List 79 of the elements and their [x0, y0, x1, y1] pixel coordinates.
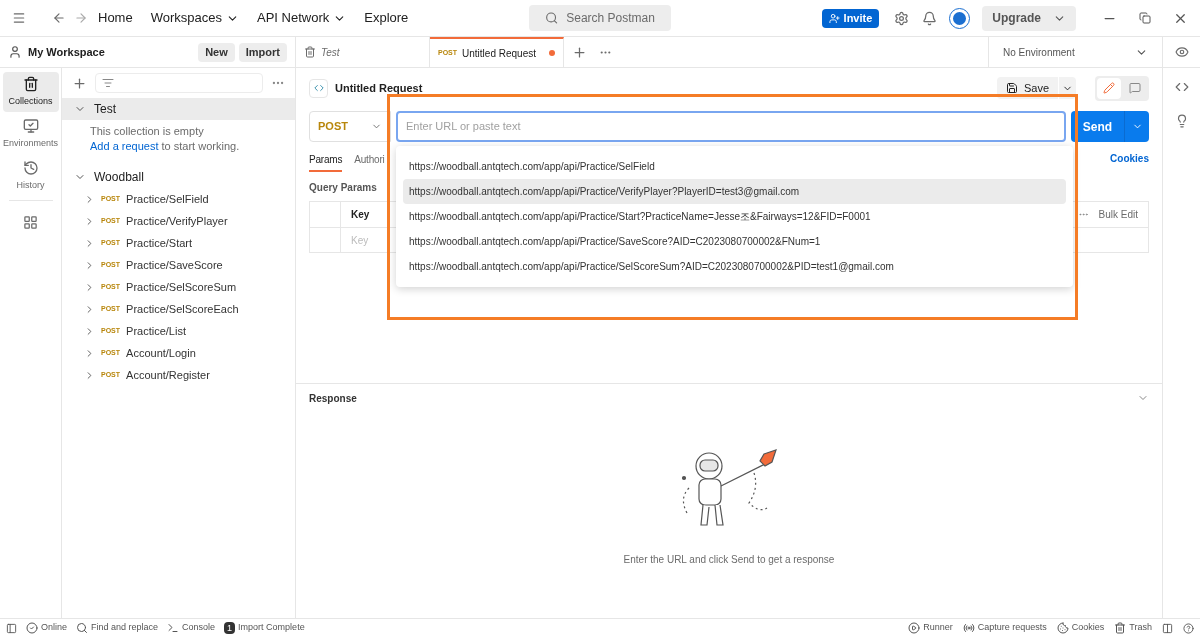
status-bar-item[interactable]: Online — [26, 621, 67, 635]
menu-icon[interactable] — [12, 11, 26, 25]
bin-icon — [22, 75, 39, 92]
suggestion-item[interactable]: https://woodball.antqtech.com/app/api/Practice/SelField — [403, 154, 1066, 179]
filter-field[interactable] — [95, 73, 263, 93]
sidebar-tab[interactable]: Environments — [2, 114, 59, 154]
request-section-tab[interactable]: Authori — [354, 152, 385, 172]
search-icon — [76, 622, 88, 634]
status-bar-item[interactable]: Console — [167, 621, 216, 635]
status-bar-item[interactable]: 1 Import Complete — [224, 621, 305, 635]
sidebar-toggle-icon[interactable] — [6, 622, 17, 634]
grid-icon[interactable] — [23, 215, 38, 230]
column-header: Key — [350, 208, 370, 222]
request-title: Untitled Request — [335, 80, 423, 96]
console-icon — [167, 622, 180, 634]
environment-select[interactable]: No Environment — [988, 37, 1162, 67]
history-icon — [22, 159, 39, 176]
nav-menu-item[interactable]: Explore — [364, 8, 409, 28]
user-icon — [8, 45, 22, 59]
layout-icon[interactable] — [1162, 622, 1173, 634]
back-icon[interactable] — [52, 11, 66, 25]
status-bar-item[interactable]: Trash — [1114, 621, 1152, 635]
status-bar-item[interactable]: Runner — [908, 621, 953, 635]
suggestion-item[interactable]: https://woodball.antqtech.com/app/api/Practice/Start?PracticeName=Jesse조&Fairways=12&FID=F0001 — [403, 204, 1066, 229]
save-icon — [1005, 82, 1018, 94]
eye-icon[interactable] — [1174, 45, 1189, 59]
search-icon — [544, 11, 559, 25]
collection-item[interactable]: Woodball — [62, 166, 295, 188]
status-bar-item[interactable]: Capture requests — [962, 621, 1047, 635]
trash-icon — [1114, 622, 1127, 634]
add-user-icon — [828, 12, 840, 24]
invite-button[interactable]: Invite — [821, 8, 880, 28]
bulk-edit-link[interactable]: Bulk Edit — [1098, 207, 1138, 222]
send-options-button[interactable] — [1124, 111, 1149, 142]
search-field[interactable]: Search Postman — [528, 5, 671, 31]
cookies-link[interactable]: Cookies — [1110, 151, 1149, 172]
sidebar-tab[interactable]: History — [2, 156, 59, 196]
nav-menu-item[interactable]: Workspaces — [150, 8, 222, 28]
empty-hint: to start working. — [160, 140, 240, 152]
count-badge: 1 — [224, 622, 236, 634]
nav-menu-item[interactable]: API Network — [257, 8, 330, 28]
capture-icon — [962, 622, 975, 634]
play-icon — [908, 622, 921, 634]
avatar-icon[interactable] — [950, 8, 970, 28]
workspace-button[interactable]: Import — [238, 42, 287, 62]
check-icon — [26, 622, 38, 634]
response-title: Response — [309, 391, 357, 406]
edit-icon[interactable] — [1097, 77, 1121, 99]
bin-icon — [304, 46, 316, 58]
forward-icon[interactable] — [74, 11, 88, 25]
upgrade-button[interactable]: Upgrade — [982, 5, 1076, 31]
status-bar-item[interactable]: Cookies — [1056, 621, 1105, 635]
suggestion-item[interactable]: https://woodball.antqtech.com/app/api/Practice/SaveScore?AID=C2023080700002&FNum=1 — [403, 229, 1066, 254]
nav-menu-item[interactable]: Home — [98, 8, 133, 28]
request-tab[interactable]: Test — [296, 37, 430, 67]
add-request-link[interactable]: Add a request — [90, 140, 159, 152]
save-button[interactable]: Save — [996, 77, 1058, 99]
workspace-title: My Workspace — [28, 44, 105, 60]
sidebar-tab[interactable]: Collections — [2, 72, 59, 112]
send-button[interactable]: Send — [1071, 111, 1124, 142]
collection-item[interactable]: Test — [62, 98, 295, 120]
request-section-tab[interactable]: Params — [309, 152, 343, 172]
monitor-icon — [22, 117, 39, 134]
settings-icon[interactable] — [894, 10, 910, 26]
new-tab-icon[interactable] — [572, 44, 587, 60]
status-bar-item[interactable]: Find and replace — [76, 621, 159, 635]
workspace-button[interactable]: New — [198, 42, 235, 62]
cookie-icon — [1056, 622, 1069, 634]
suggestion-item[interactable]: https://woodball.antqtech.com/app/api/Practice/SelScoreSum?AID=C2023080700002&PID=test1@gmail.com — [403, 254, 1066, 279]
restore-icon[interactable] — [1139, 12, 1151, 24]
filter-icon — [102, 77, 114, 89]
query-params-title: Query Params — [309, 181, 377, 195]
response-hint: Enter the URL and click Send to get a response — [623, 553, 835, 567]
help-icon[interactable] — [1183, 622, 1194, 634]
add-icon[interactable] — [72, 75, 87, 91]
notifications-icon[interactable] — [922, 10, 938, 26]
code-icon[interactable] — [1174, 80, 1189, 94]
empty-message: This collection is empty — [90, 124, 205, 139]
suggestion-item[interactable]: https://woodball.antqtech.com/app/api/Practice/VerifyPlayer?PlayerID=test3@gmail.com — [403, 179, 1066, 204]
